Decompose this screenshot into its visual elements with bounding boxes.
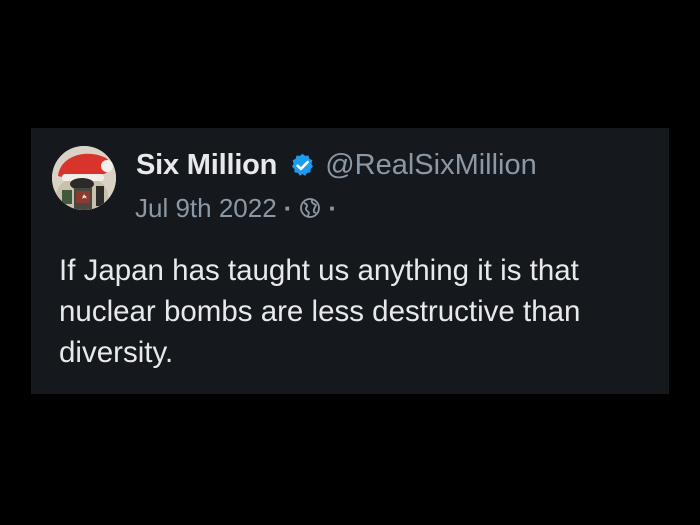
meta-separator-trailing: ·	[328, 192, 338, 223]
meta-separator: ·	[283, 192, 293, 223]
avatar[interactable]	[52, 146, 116, 210]
santa-hat-avatar-icon	[52, 146, 116, 210]
tweet-meta: Jul 9th 2022 · ·	[135, 191, 344, 225]
tweet-date[interactable]: Jul 9th 2022	[135, 193, 277, 224]
verified-badge-icon	[289, 152, 316, 179]
globe-icon	[299, 197, 321, 219]
tweet-text: If Japan has taught us anything it is th…	[59, 254, 581, 369]
author-display-name[interactable]: Six Million	[136, 149, 277, 182]
author-handle[interactable]: @RealSixMillion	[325, 149, 537, 182]
tweet-card[interactable]: Six Million @RealSixMillion Jul 9th 2022…	[31, 128, 669, 394]
author-row: Six Million @RealSixMillion	[136, 145, 537, 185]
screenshot-frame: Six Million @RealSixMillion Jul 9th 2022…	[0, 0, 700, 525]
